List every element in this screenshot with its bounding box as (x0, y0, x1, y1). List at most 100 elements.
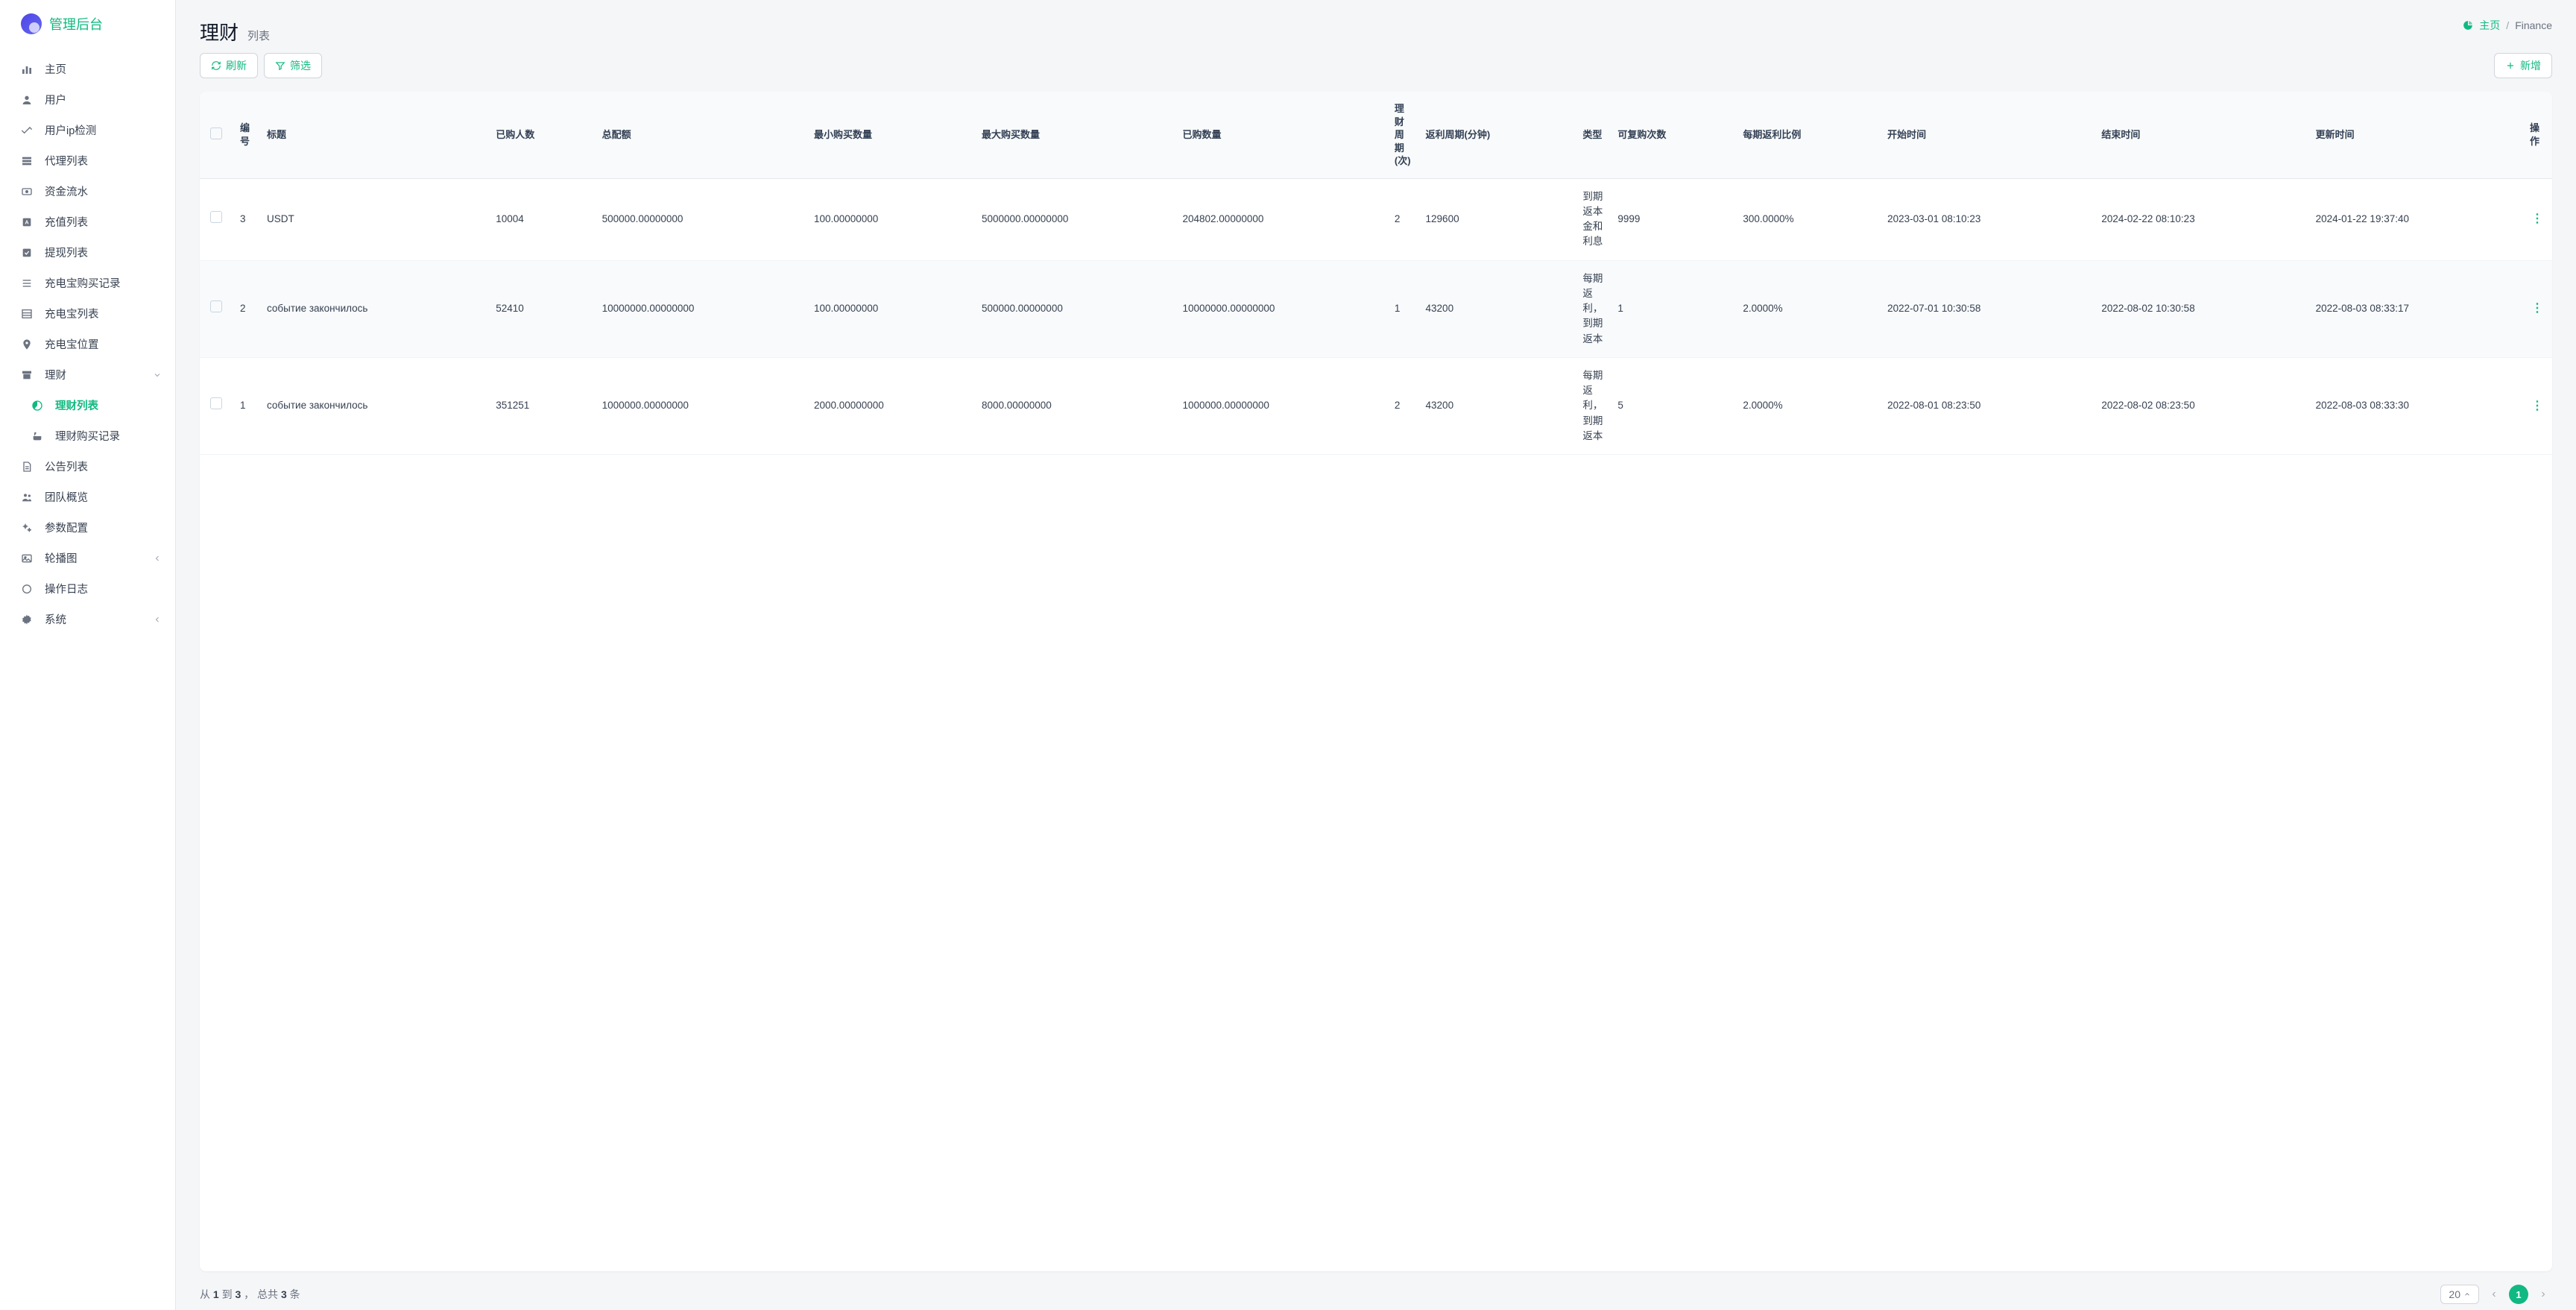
sidebar-item-label: 轮播图 (45, 550, 141, 566)
cell-type: 到期返本金和利息 (1575, 178, 1610, 260)
select-all-checkbox[interactable] (210, 127, 222, 139)
chart-bar-icon (21, 63, 33, 75)
toolbar: 刷新 筛选 新增 (176, 53, 2576, 92)
sidebar-item-4[interactable]: 资金流水 (0, 176, 175, 207)
filter-icon (275, 60, 285, 71)
user-icon (21, 94, 33, 106)
col-header-1: 标题 (259, 92, 488, 178)
page-current[interactable]: 1 (2509, 1285, 2528, 1304)
page-prev[interactable] (2485, 1285, 2503, 1303)
row-checkbox[interactable] (210, 211, 222, 223)
sidebar-item-3[interactable]: 代理列表 (0, 145, 175, 176)
chevron-left-icon (153, 615, 162, 624)
sidebar-item-label: 公告列表 (45, 459, 162, 474)
chevron-left-icon (153, 554, 162, 563)
sidebar-item-15[interactable]: 参数配置 (0, 512, 175, 543)
sidebar-item-2[interactable]: 用户ip检测 (0, 115, 175, 145)
cell-updated: 2022-08-03 08:33:17 (2308, 260, 2522, 357)
gauge-icon (31, 400, 43, 412)
cogs-icon (21, 522, 33, 534)
sidebar-item-0[interactable]: 主页 (0, 54, 175, 84)
sidebar-item-11[interactable]: 理财列表 (0, 390, 175, 421)
list-icon (21, 155, 33, 167)
col-header-14: 更新时间 (2308, 92, 2522, 178)
doc-icon (21, 461, 33, 473)
cell-repeat: 1 (1610, 260, 1735, 357)
row-checkbox[interactable] (210, 300, 222, 312)
breadcrumb-sep: / (2506, 19, 2509, 31)
title-block: 理财 列表 (200, 18, 270, 45)
sidebar-item-label: 充电宝购买记录 (45, 275, 162, 291)
cell-max: 8000.00000000 (974, 357, 1175, 454)
row-actions-button[interactable]: ⋮ (2531, 212, 2543, 225)
brand: 管理后台 (0, 0, 175, 48)
cell-rebate_cycle: 129600 (1418, 178, 1576, 260)
add-button[interactable]: 新增 (2494, 53, 2552, 78)
pin-icon (21, 338, 33, 350)
cell-id: 3 (233, 178, 259, 260)
cell-quota: 1000000.00000000 (595, 357, 806, 454)
cell-buyers: 52410 (488, 260, 594, 357)
cell-id: 2 (233, 260, 259, 357)
col-header-13: 结束时间 (2094, 92, 2308, 178)
sidebar-item-label: 操作日志 (45, 581, 162, 596)
table-footer: 从 1 到 3 ， 总共 3 条 20 1 (176, 1271, 2576, 1310)
cell-quota: 500000.00000000 (595, 178, 806, 260)
sidebar-item-label: 充电宝列表 (45, 306, 162, 321)
sidebar-item-label: 理财购买记录 (55, 428, 162, 444)
cell-purchased: 10000000.00000000 (1175, 260, 1387, 357)
filter-label: 筛选 (290, 58, 311, 73)
cell-cycle: 1 (1387, 260, 1418, 357)
record-icon (21, 277, 33, 289)
cell-ratio: 2.0000% (1735, 260, 1880, 357)
sidebar-item-12[interactable]: 理财购买记录 (0, 421, 175, 451)
image-icon (21, 552, 33, 564)
gear-icon (21, 614, 33, 626)
cell-updated: 2022-08-03 08:33:30 (2308, 357, 2522, 454)
sidebar-item-13[interactable]: 公告列表 (0, 451, 175, 482)
add-label: 新增 (2520, 58, 2541, 73)
sidebar-item-10[interactable]: 理财 (0, 359, 175, 390)
sidebar-item-6[interactable]: 提现列表 (0, 237, 175, 268)
tub-icon (31, 430, 43, 442)
sidebar-item-5[interactable]: A充值列表 (0, 207, 175, 237)
table-row: 1событие закончилось3512511000000.000000… (200, 357, 2552, 454)
cell-min: 100.00000000 (806, 260, 974, 357)
col-header-5: 最大购买数量 (974, 92, 1175, 178)
row-actions-button[interactable]: ⋮ (2531, 400, 2543, 412)
col-header-15: 操作 (2522, 92, 2552, 178)
sidebar-item-9[interactable]: 充电宝位置 (0, 329, 175, 359)
sidebar-item-1[interactable]: 用户 (0, 84, 175, 115)
page-size-select[interactable]: 20 (2440, 1285, 2479, 1304)
cell-cycle: 2 (1387, 178, 1418, 260)
sidebar-item-18[interactable]: 系统 (0, 604, 175, 634)
sidebar-item-8[interactable]: 充电宝列表 (0, 298, 175, 329)
page-next[interactable] (2534, 1285, 2552, 1303)
row-actions-button[interactable]: ⋮ (2531, 302, 2543, 315)
sidebar-item-7[interactable]: 充电宝购买记录 (0, 268, 175, 298)
col-header-8: 返利周期(分钟) (1418, 92, 1576, 178)
cell-rebate_cycle: 43200 (1418, 357, 1576, 454)
cell-title: событие закончилось (259, 260, 488, 357)
sidebar-item-label: 提现列表 (45, 245, 162, 260)
nav-list: 主页用户用户ip检测代理列表资金流水A充值列表提现列表充电宝购买记录充电宝列表充… (0, 48, 175, 640)
col-header-3: 总配额 (595, 92, 806, 178)
filter-button[interactable]: 筛选 (264, 53, 322, 78)
cell-ratio: 300.0000% (1735, 178, 1880, 260)
col-header-4: 最小购买数量 (806, 92, 974, 178)
sidebar-item-16[interactable]: 轮播图 (0, 543, 175, 573)
page-subtitle: 列表 (247, 28, 270, 43)
sidebar-item-17[interactable]: 操作日志 (0, 573, 175, 604)
col-header-2: 已购人数 (488, 92, 594, 178)
sidebar-item-14[interactable]: 团队概览 (0, 482, 175, 512)
breadcrumb-home[interactable]: 主页 (2479, 18, 2500, 33)
cell-buyers: 351251 (488, 357, 594, 454)
brand-logo-icon (21, 13, 42, 34)
cell-min: 100.00000000 (806, 178, 974, 260)
cell-buyers: 10004 (488, 178, 594, 260)
refresh-button[interactable]: 刷新 (200, 53, 258, 78)
row-checkbox[interactable] (210, 397, 222, 409)
withdraw-icon (21, 247, 33, 259)
col-header-0: 编号 (233, 92, 259, 178)
page-title: 理财 (200, 18, 239, 45)
